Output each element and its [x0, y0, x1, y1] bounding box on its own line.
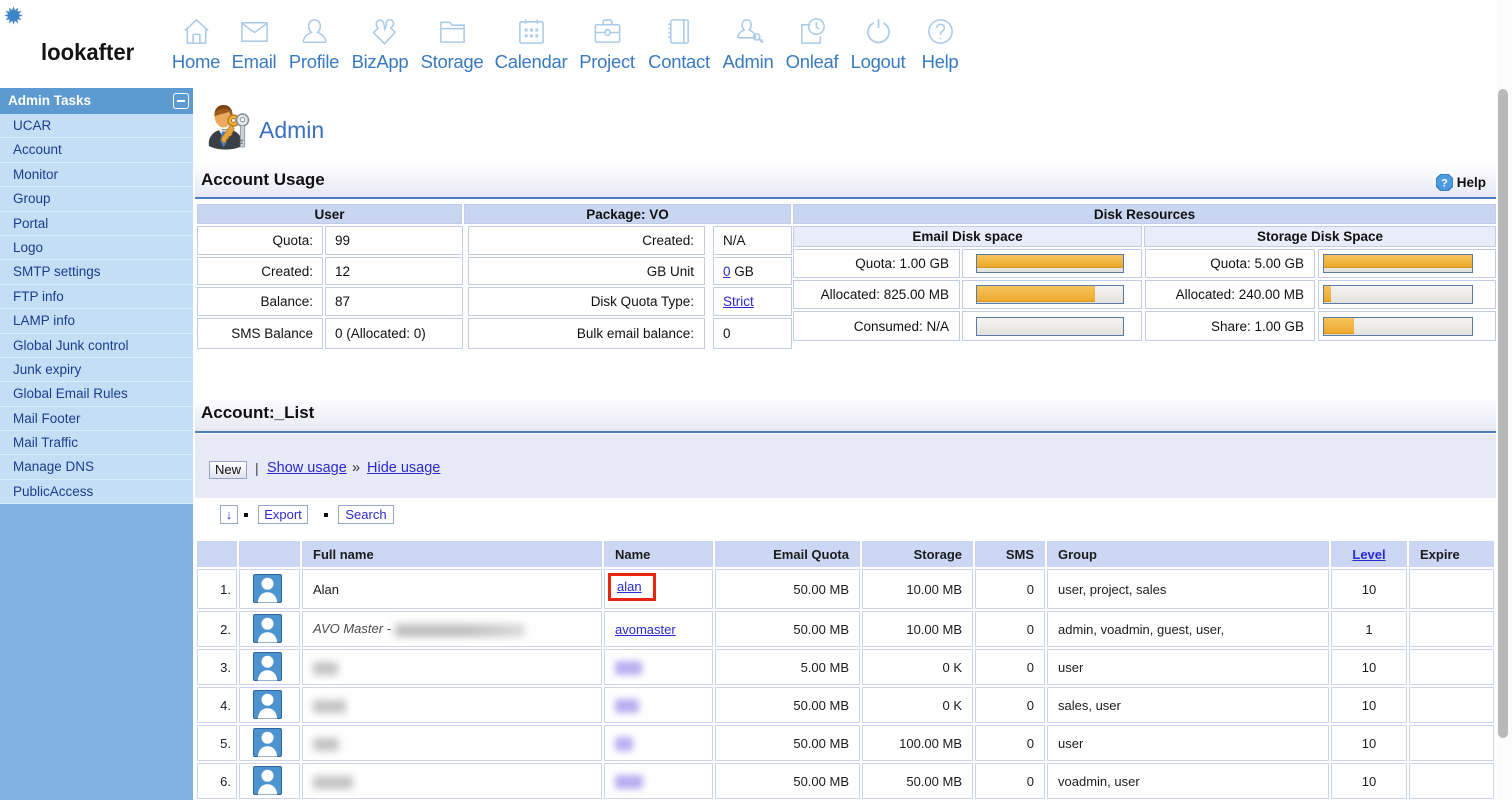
svg-text:?: ?	[1441, 178, 1448, 190]
